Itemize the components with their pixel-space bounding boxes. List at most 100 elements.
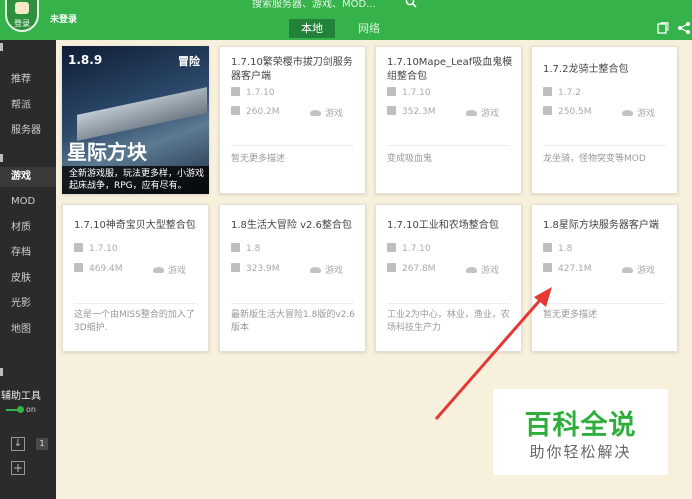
version-icon — [387, 243, 396, 252]
featured-version-badge: 1.8.9 — [68, 53, 103, 67]
card-category-text: 游戏 — [637, 266, 656, 276]
featured-blurb-line: 全新游戏服，玩法更多样，小游戏 — [69, 169, 205, 179]
search-input[interactable]: 搜索服务器、游戏、MOD... — [252, 0, 376, 10]
game-icon — [622, 267, 633, 273]
modpack-card[interactable]: 1.7.2龙骑士整合包 1.7.2 250.5M 游戏 龙坐骑，怪物突变等MOD — [531, 46, 678, 194]
card-title: 1.7.10繁荣樱市拔刀剑服务器客户端 — [231, 57, 353, 82]
modpack-card[interactable]: 1.7.10神奇宝贝大型整合包 1.7.10 469.4M 游戏 这是一个由MI… — [62, 204, 209, 352]
sidebar-item-games[interactable]: 游戏 — [0, 167, 56, 187]
sidebar-item-textures[interactable]: 材质 — [0, 218, 56, 238]
copy-icon[interactable] — [657, 22, 669, 34]
card-divider — [74, 303, 197, 304]
size-icon — [74, 263, 83, 272]
card-title: 1.7.10Mape_Leaf吸血鬼模组整合包 — [387, 57, 513, 82]
card-size: 427.1M — [543, 263, 592, 274]
game-icon — [622, 110, 633, 116]
sidebar-item-mod[interactable]: MOD — [0, 192, 56, 212]
size-icon — [387, 106, 396, 115]
version-icon — [387, 87, 396, 96]
card-title: 1.7.2龙骑士整合包 — [543, 64, 629, 75]
size-icon — [543, 106, 552, 115]
watermark-subtitle: 助你轻松解决 — [529, 443, 632, 461]
card-size-text: 260.2M — [246, 107, 280, 117]
section-marker — [0, 154, 3, 162]
card-version: 1.7.10 — [387, 87, 431, 98]
sidebar-item-saves[interactable]: 存档 — [0, 243, 56, 263]
sidebar: 推荐 帮派 服务器 游戏 MOD 材质 存档 皮肤 光影 地图 辅助工具 on … — [0, 40, 56, 499]
card-category: 游戏 — [466, 106, 499, 119]
share-icon[interactable] — [677, 21, 691, 35]
card-category: 游戏 — [153, 263, 186, 276]
card-size: 323.9M — [231, 263, 280, 274]
card-size: 260.2M — [231, 106, 280, 117]
card-size-text: 323.9M — [246, 264, 280, 274]
login-status: 未登录 — [50, 15, 78, 25]
modpack-card[interactable]: 1.7.10Mape_Leaf吸血鬼模组整合包 1.7.10 352.3M 游戏… — [375, 46, 522, 194]
sidebar-item-maps[interactable]: 地图 — [0, 320, 56, 340]
card-size-text: 267.8M — [402, 264, 436, 274]
card-version-text: 1.7.10 — [402, 244, 431, 254]
watermark-title: 百科全说 — [524, 410, 637, 441]
card-version-text: 1.8 — [558, 244, 573, 254]
card-category-text: 游戏 — [637, 109, 656, 119]
card-description: 龙坐骑，怪物突变等MOD — [543, 154, 646, 164]
sidebar-item-guild[interactable]: 帮派 — [0, 96, 56, 116]
version-icon — [231, 243, 240, 252]
section-marker — [0, 43, 3, 51]
size-icon — [231, 263, 240, 272]
card-category: 游戏 — [310, 263, 343, 276]
tools-toggle[interactable]: on — [6, 405, 56, 415]
search-icon[interactable] — [405, 0, 417, 8]
card-divider — [231, 145, 354, 146]
download-count-badge: 1 — [36, 438, 48, 450]
version-icon — [74, 243, 83, 252]
add-icon[interactable]: + — [11, 461, 25, 475]
card-category: 游戏 — [622, 263, 655, 276]
toggle-state: on — [26, 405, 36, 414]
card-version: 1.7.10 — [387, 243, 431, 254]
card-size: 267.8M — [387, 263, 436, 274]
modpack-card[interactable]: 1.8生活大冒险 v2.6整合包 1.8 323.9M 游戏 最新版生活大冒险1… — [219, 204, 366, 352]
size-icon — [387, 263, 396, 272]
card-title: 1.7.10工业和农场整合包 — [387, 220, 499, 231]
login-label: 登录 — [14, 19, 30, 28]
card-description: 暂无更多描述 — [543, 310, 598, 320]
download-icon[interactable]: ↓ — [11, 437, 25, 451]
card-category: 游戏 — [466, 263, 499, 276]
card-version: 1.7.10 — [231, 87, 275, 98]
sidebar-item-shaders[interactable]: 光影 — [0, 294, 56, 314]
card-version: 1.8 — [231, 243, 260, 254]
size-icon — [231, 106, 240, 115]
card-size: 352.3M — [387, 106, 436, 117]
tab-network[interactable]: 网络 — [346, 19, 392, 38]
card-version-text: 1.7.10 — [402, 88, 431, 98]
sidebar-item-recommend[interactable]: 推荐 — [0, 70, 56, 90]
game-icon — [310, 110, 321, 116]
featured-card[interactable]: 1.8.9 冒险 星际方块 全新游戏服，玩法更多样，小游戏 起床战争，RPG，应… — [62, 46, 209, 194]
sidebar-item-skins[interactable]: 皮肤 — [0, 269, 56, 289]
version-icon — [543, 243, 552, 252]
featured-tag: 冒险 — [178, 55, 200, 68]
login-avatar-button[interactable]: 登录 — [5, 0, 39, 32]
card-description: 最新版生活大冒险1.8版的v2.6版本 — [231, 310, 355, 333]
card-category-text: 游戏 — [325, 266, 344, 276]
top-bar: 登录 未登录 搜索服务器、游戏、MOD... 本地 网络 — [0, 0, 692, 40]
modpack-card[interactable]: 1.7.10繁荣樱市拔刀剑服务器客户端 1.7.10 260.2M 游戏 暂无更… — [219, 46, 366, 194]
avatar-icon — [15, 2, 29, 14]
card-version-text: 1.8 — [246, 244, 261, 254]
card-divider — [543, 145, 666, 146]
card-category-text: 游戏 — [481, 266, 500, 276]
game-icon — [466, 267, 477, 273]
card-version-text: 1.7.10 — [89, 244, 118, 254]
card-category-text: 游戏 — [481, 109, 500, 119]
sidebar-item-servers[interactable]: 服务器 — [0, 121, 56, 141]
card-title: 1.8生活大冒险 v2.6整合包 — [231, 220, 352, 231]
card-description: 变成吸血鬼 — [387, 154, 433, 164]
card-size-text: 250.5M — [558, 107, 592, 117]
card-title: 1.8星际方块服务器客户端 — [543, 220, 659, 231]
featured-blurb: 全新游戏服，玩法更多样，小游戏 起床战争，RPG，应有尽有。 — [62, 166, 209, 194]
tab-local[interactable]: 本地 — [289, 19, 335, 38]
card-version: 1.7.10 — [74, 243, 118, 254]
card-size-text: 427.1M — [558, 264, 592, 274]
card-size-text: 352.3M — [402, 107, 436, 117]
